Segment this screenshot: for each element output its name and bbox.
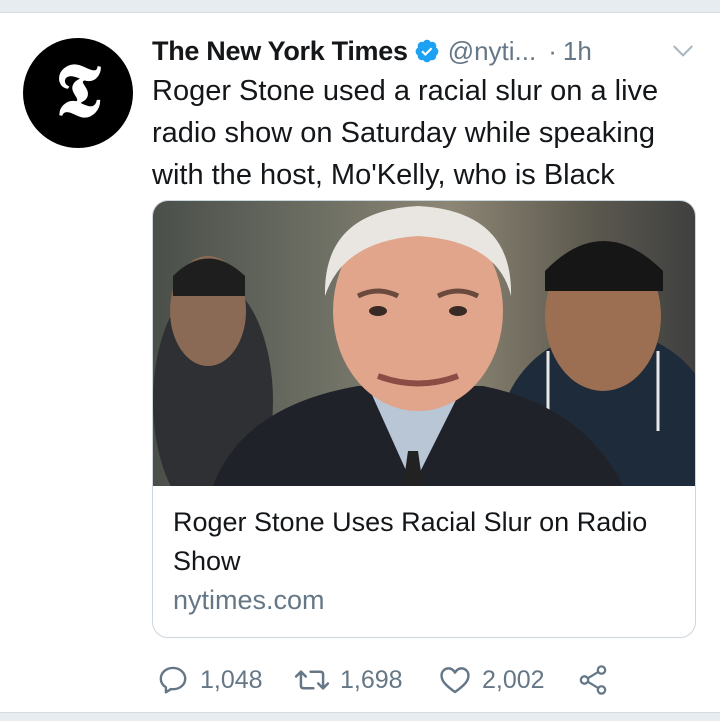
account-handle[interactable]: @nyti... <box>448 36 537 67</box>
nyt-logo: 𝕿 <box>55 48 101 134</box>
like-count: 2,002 <box>482 665 545 694</box>
tweet-actions: 1,048 1,698 2,002 <box>152 660 712 700</box>
retweet-count: 1,698 <box>340 665 403 694</box>
reply-icon <box>159 666 187 694</box>
card-domain: nytimes.com <box>173 585 325 615</box>
verified-badge-icon <box>415 39 439 63</box>
tweet-timestamp[interactable]: 1h <box>563 36 592 67</box>
card-title[interactable]: Roger Stone Uses Racial Slur on Radio Sh… <box>173 503 673 581</box>
news-photo <box>153 206 695 486</box>
link-card[interactable]: Roger Stone Uses Racial Slur on Radio Sh… <box>152 200 696 638</box>
share-icon <box>579 665 607 695</box>
avatar[interactable]: 𝕿 <box>23 38 133 148</box>
account-name[interactable]: The New York Times <box>152 36 408 67</box>
like-button[interactable]: 2,002 <box>438 663 545 697</box>
top-divider <box>0 0 720 13</box>
retweet-button[interactable]: 1,698 <box>294 663 403 697</box>
tweet-header: The New York Times @nyti... · 1h <box>152 32 702 70</box>
tweet-text: Roger Stone used a racial slur on a live… <box>152 75 659 191</box>
heart-icon <box>440 667 470 694</box>
card-image[interactable] <box>153 201 695 486</box>
share-button[interactable] <box>576 663 610 697</box>
reply-button[interactable]: 1,048 <box>156 663 263 697</box>
retweet-icon <box>294 670 330 690</box>
separator-dot: · <box>548 35 557 66</box>
reply-count: 1,048 <box>200 665 263 694</box>
chevron-down-icon[interactable] <box>670 38 696 64</box>
